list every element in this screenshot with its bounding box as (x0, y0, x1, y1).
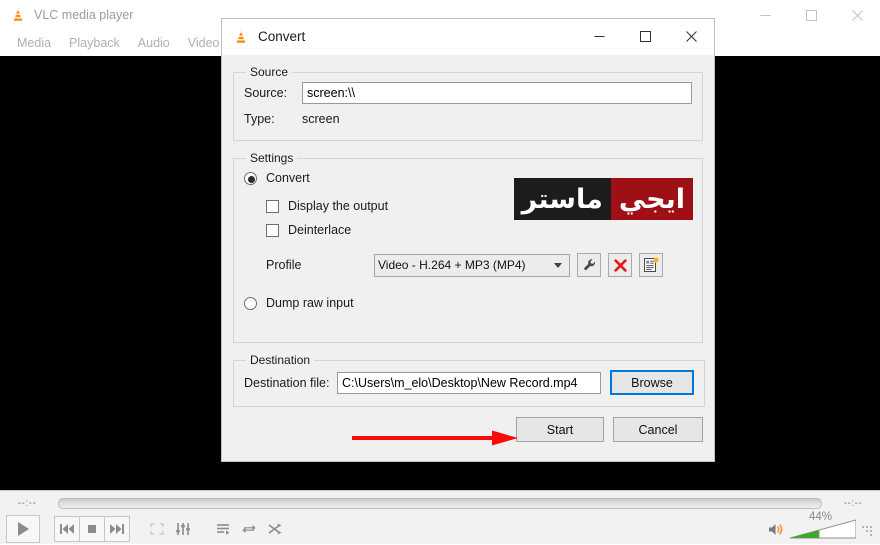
watermark-overlay: ايجي ماستر (513, 178, 693, 220)
convert-dialog: Convert Source Source: Type: screen (221, 18, 715, 462)
source-group: Source Source: Type: screen (233, 65, 703, 141)
convert-radio-label: Convert (266, 171, 310, 185)
playlist-tools-group (210, 516, 288, 542)
deinterlace-checkbox[interactable] (266, 223, 279, 237)
seek-row: --:-- --:-- (0, 493, 880, 513)
start-button[interactable]: Start (516, 417, 604, 442)
watermark-black-segment: ماستر (513, 178, 611, 220)
seek-slider[interactable] (58, 497, 822, 509)
dialog-title-group: Convert (222, 29, 305, 45)
dialog-title: Convert (258, 29, 306, 44)
loop-button[interactable] (236, 516, 262, 542)
playlist-button[interactable] (210, 516, 236, 542)
display-output-label: Display the output (288, 199, 389, 213)
dialog-minimize-button[interactable] (576, 19, 622, 55)
volume-area: 44% (766, 511, 880, 540)
dump-raw-input-radio[interactable] (244, 296, 257, 310)
type-label: Type: (244, 112, 275, 126)
menu-item-playback[interactable]: Playback (60, 34, 129, 52)
time-elapsed-label: --:-- (17, 497, 37, 509)
destination-file-input[interactable] (337, 371, 601, 394)
vlc-cone-icon (10, 7, 26, 23)
vlc-window-controls (742, 0, 880, 30)
view-tools-group (144, 516, 196, 542)
settings-group: Settings ايجي ماستر Convert Display the … (233, 151, 703, 343)
destination-group: Destination Destination file: Browse (233, 353, 705, 407)
watermark-text-left: ماستر (521, 183, 603, 215)
deinterlace-label: Deinterlace (288, 223, 352, 237)
source-group-legend: Source (250, 65, 289, 79)
delete-profile-button[interactable] (608, 253, 632, 277)
new-profile-button[interactable] (639, 253, 663, 277)
browse-button[interactable]: Browse (610, 370, 694, 395)
destination-file-label: Destination file: (244, 375, 330, 390)
vlc-minimize-button[interactable] (742, 0, 788, 30)
vlc-close-button[interactable] (834, 0, 880, 30)
next-track-button[interactable] (104, 516, 130, 542)
cancel-button[interactable]: Cancel (613, 417, 703, 442)
vlc-maximize-button[interactable] (788, 0, 834, 30)
red-arrow-annotation (352, 430, 518, 446)
dump-raw-input-label: Dump raw input (266, 296, 354, 310)
vlc-title-group: VLC media player (0, 7, 133, 23)
profile-select-wrap: Video - H.264 + MP3 (MP4) (374, 253, 570, 277)
watermark-text-right: ايجي (618, 183, 685, 215)
previous-track-button[interactable] (54, 516, 80, 542)
volume-slider[interactable] (789, 518, 857, 540)
dialog-close-button[interactable] (668, 19, 714, 55)
vlc-cone-icon (233, 29, 249, 45)
dialog-window-controls (576, 19, 714, 55)
profile-select[interactable]: Video - H.264 + MP3 (MP4) (374, 253, 570, 277)
convert-radio[interactable] (244, 171, 257, 185)
type-value: screen (302, 112, 340, 126)
settings-group-legend: Settings (250, 151, 294, 165)
edit-profile-button[interactable] (577, 253, 601, 277)
dialog-body: Source Source: Type: screen Settings ايج… (222, 65, 714, 442)
menu-item-media[interactable]: Media (8, 34, 60, 52)
mute-speaker-icon[interactable] (766, 519, 786, 539)
vlc-window-title: VLC media player (34, 8, 134, 22)
fullscreen-button[interactable] (144, 516, 170, 542)
watermark-red-segment: ايجي (610, 178, 693, 220)
resize-grip[interactable] (862, 522, 872, 536)
stop-button[interactable] (79, 516, 105, 542)
play-button[interactable] (6, 515, 40, 543)
player-controls-bar: --:-- --:-- 44% (0, 490, 880, 544)
menu-item-audio[interactable]: Audio (129, 34, 179, 52)
source-input[interactable] (302, 82, 692, 104)
prev-stop-next-group (54, 516, 130, 542)
equalizer-button[interactable] (170, 516, 196, 542)
profile-label: Profile (266, 258, 302, 272)
dialog-maximize-button[interactable] (622, 19, 668, 55)
shuffle-button[interactable] (262, 516, 288, 542)
transport-controls: 44% (0, 511, 880, 545)
source-label: Source: (244, 86, 288, 100)
destination-group-legend: Destination (250, 353, 311, 367)
dialog-titlebar: Convert (222, 19, 714, 55)
display-output-checkbox[interactable] (266, 199, 279, 213)
time-total-label: --:-- (843, 497, 863, 509)
